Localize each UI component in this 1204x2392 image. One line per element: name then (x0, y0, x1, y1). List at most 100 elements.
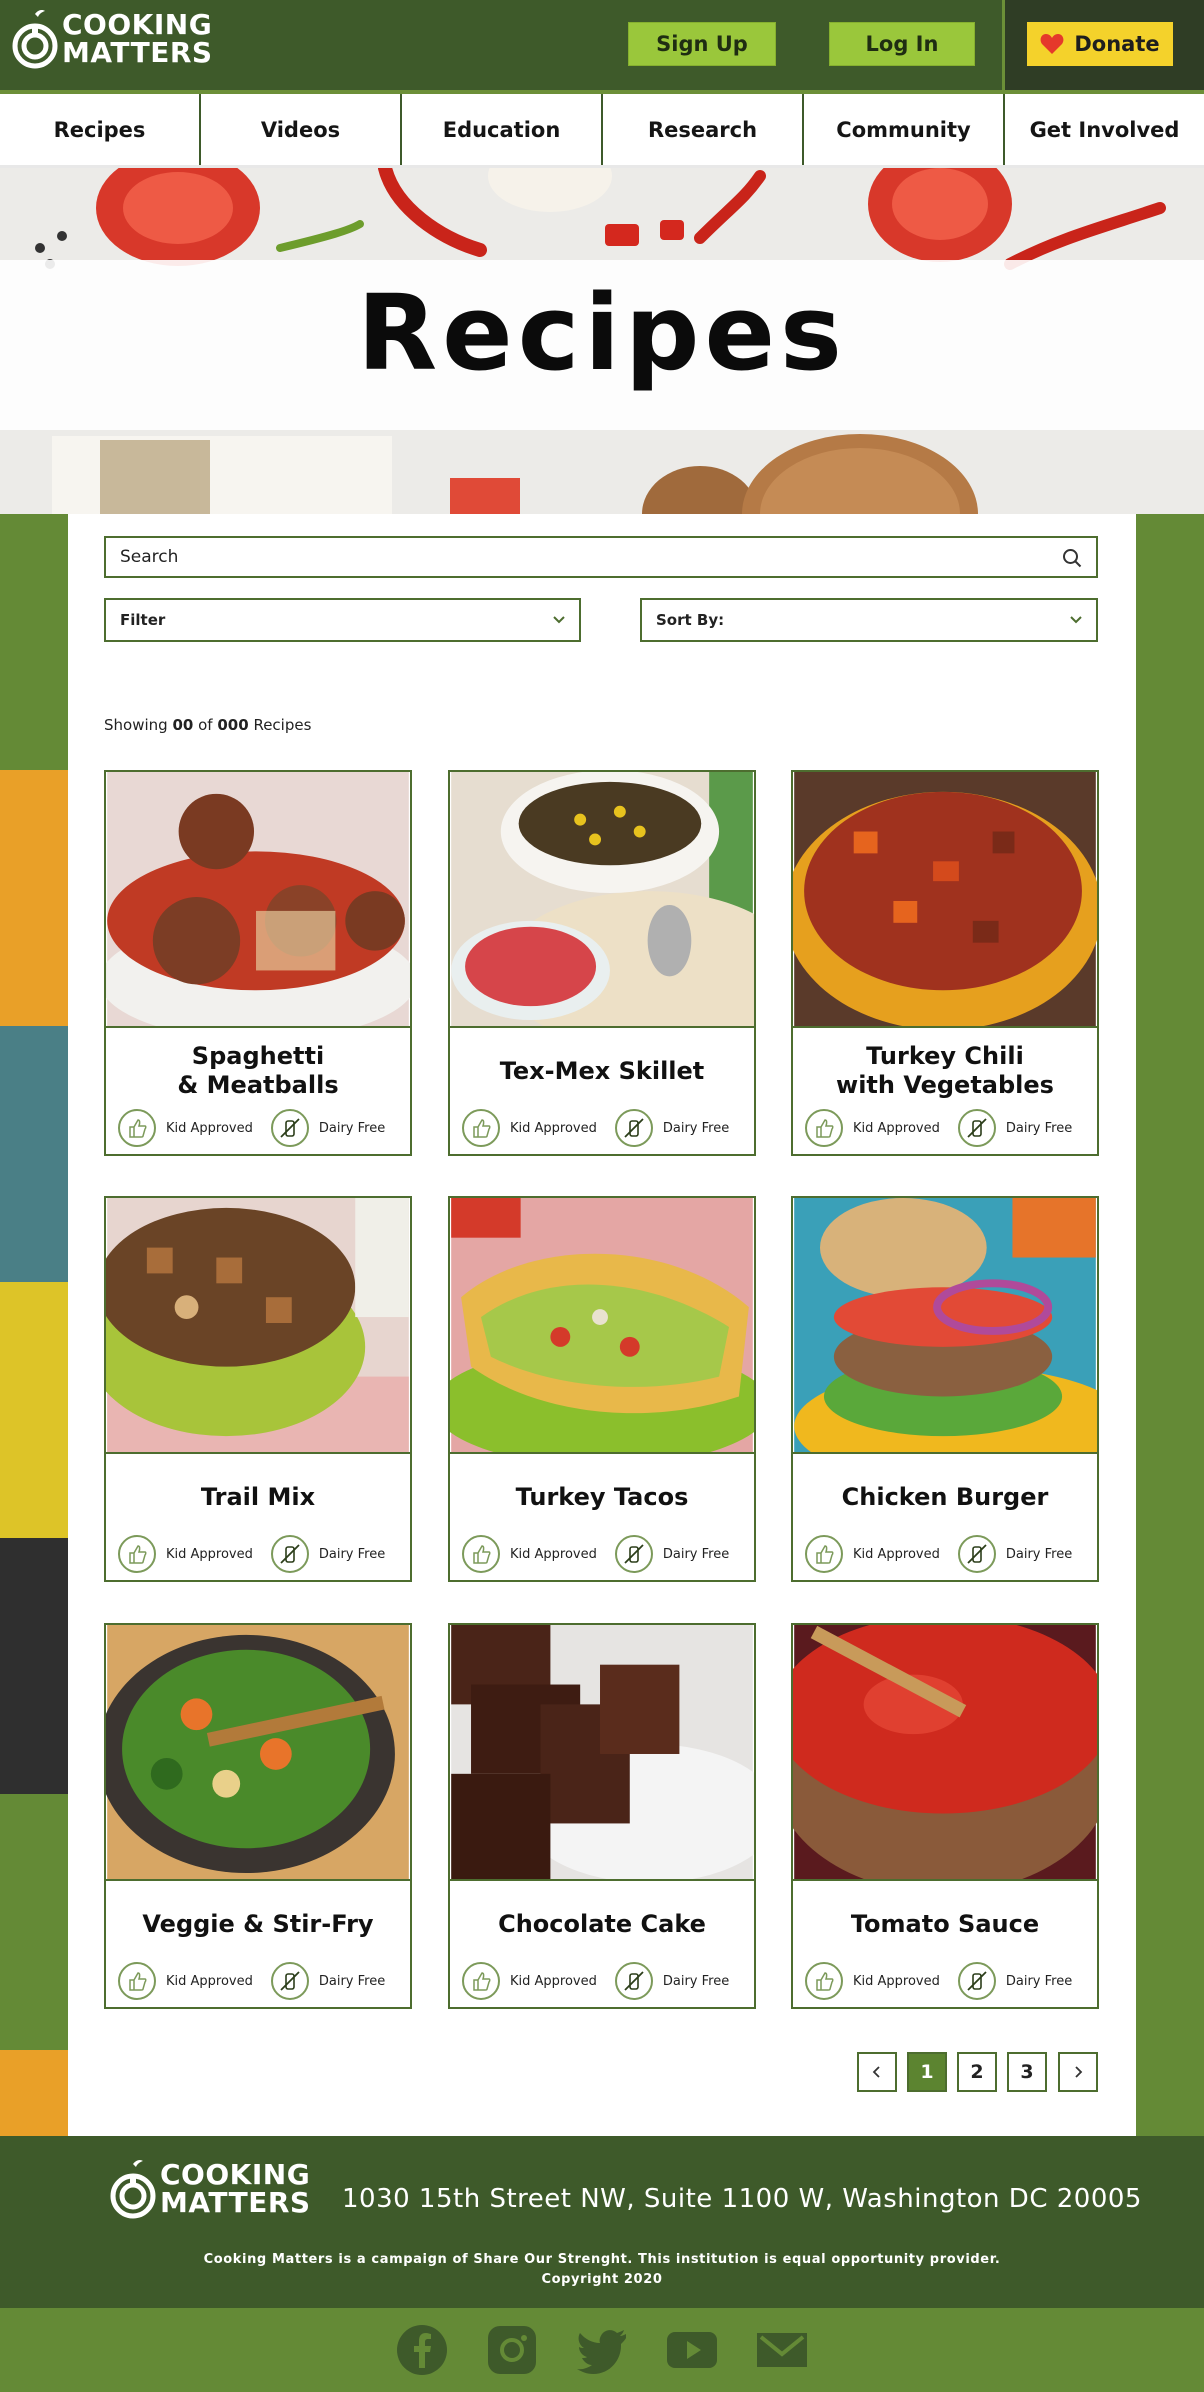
no-dairy-icon (957, 1962, 996, 2000)
recipe-tags: Kid Approved Dairy Free (805, 1534, 1090, 1574)
social-bar (0, 2308, 1204, 2392)
results-count: Showing 00 of 000 Recipes (104, 716, 311, 734)
pagination-next-button[interactable] (1058, 2052, 1098, 2092)
right-side-stripe (1136, 514, 1204, 2136)
recipe-title: Turkey Tacos (515, 1482, 689, 1511)
recipe-image (793, 1198, 1097, 1454)
thumbs-up-icon (462, 1535, 500, 1573)
thumbs-up-icon (118, 1535, 156, 1573)
chevron-left-icon (872, 2066, 880, 2078)
donate-button[interactable]: Donate (1027, 22, 1173, 66)
site-footer: COOKING MATTERS 1030 15th Street NW, Sui… (0, 2136, 1204, 2308)
dairy-free-label: Dairy Free (662, 1120, 730, 1136)
recipe-image (793, 1625, 1097, 1881)
kid-approved-label: Kid Approved (166, 1546, 253, 1562)
recipe-card-chicken-burger[interactable]: Chicken Burger Kid Approved Dairy Free (791, 1196, 1099, 1582)
nav-community[interactable]: Community (804, 94, 1005, 165)
thumbs-up-icon (805, 1109, 843, 1147)
nav-videos[interactable]: Videos (201, 94, 402, 165)
thumbs-up-icon (118, 1962, 156, 2000)
logo-icon (12, 10, 58, 69)
footer-logo[interactable]: COOKING MATTERS (110, 2158, 311, 2220)
recipe-image (106, 772, 410, 1028)
recipe-tags: Kid Approved Dairy Free (462, 1108, 747, 1148)
dairy-free-label: Dairy Free (318, 1546, 386, 1562)
sign-up-button[interactable]: Sign Up (628, 22, 776, 66)
thumbs-up-icon (118, 1109, 156, 1147)
no-dairy-icon (270, 1962, 309, 2000)
recipe-card-spaghetti[interactable]: Spaghetti & Meatballs Kid Approved Dairy… (104, 770, 412, 1156)
sort-dropdown[interactable]: Sort By: (640, 598, 1098, 642)
filter-label: Filter (120, 611, 166, 629)
no-dairy-icon (270, 1109, 309, 1147)
recipe-card-turkey-tacos[interactable]: Turkey Tacos Kid Approved Dairy Free (448, 1196, 756, 1582)
no-dairy-icon (614, 1109, 653, 1147)
footer-campaign-note: Cooking Matters is a campaign of Share O… (203, 2252, 1001, 2267)
recipe-title: Veggie & Stir-Fry (142, 1909, 374, 1938)
kid-approved-label: Kid Approved (166, 1973, 253, 1989)
footer-note: Cooking Matters is a campaign of Share O… (0, 2250, 1204, 2290)
thumbs-up-icon (805, 1535, 843, 1573)
nav-research[interactable]: Research (603, 94, 804, 165)
log-in-button[interactable]: Log In (829, 22, 975, 66)
nav-recipes[interactable]: Recipes (0, 94, 201, 165)
recipe-tags: Kid Approved Dairy Free (462, 1534, 747, 1574)
dairy-free-label: Dairy Free (662, 1546, 730, 1562)
kid-approved-label: Kid Approved (510, 1120, 597, 1136)
kid-approved-label: Kid Approved (853, 1120, 940, 1136)
facebook-icon[interactable] (396, 2324, 448, 2376)
side-stripe-orange (0, 770, 68, 1026)
thumbs-up-icon (805, 1962, 843, 2000)
recipe-tags: Kid Approved Dairy Free (118, 1108, 403, 1148)
dairy-free-label: Dairy Free (318, 1973, 386, 1989)
recipe-title: Tex-Mex Skillet (499, 1056, 705, 1085)
hero-banner: Recipes (0, 168, 1204, 514)
nav-education[interactable]: Education (402, 94, 603, 165)
kid-approved-label: Kid Approved (853, 1546, 940, 1562)
recipe-tags: Kid Approved Dairy Free (118, 1534, 403, 1574)
dairy-free-label: Dairy Free (1005, 1120, 1073, 1136)
side-stripe-yellow (0, 1282, 68, 1538)
logo-icon (110, 2160, 156, 2219)
filter-dropdown[interactable]: Filter (104, 598, 581, 642)
pagination-page-1[interactable]: 1 (907, 2052, 947, 2092)
recipe-title: Chicken Burger (841, 1482, 1049, 1511)
recipe-tags: Kid Approved Dairy Free (805, 1961, 1090, 2001)
thumbs-up-icon (462, 1109, 500, 1147)
heart-icon (1040, 34, 1064, 54)
search-icon[interactable] (1062, 548, 1082, 568)
pagination-prev-button[interactable] (857, 2052, 897, 2092)
nav-get-involved[interactable]: Get Involved (1005, 94, 1204, 165)
logo-text: COOKING MATTERS (160, 2161, 311, 2217)
side-stripe-green-top (0, 514, 68, 770)
recipe-image (450, 772, 754, 1028)
recipe-card-veggie-stir-fry[interactable]: Veggie & Stir-Fry Kid Approved Dairy Fre… (104, 1623, 412, 2009)
recipe-card-trail-mix[interactable]: Trail Mix Kid Approved Dairy Free (104, 1196, 412, 1582)
youtube-icon[interactable] (666, 2324, 718, 2376)
site-logo[interactable]: COOKING MATTERS (12, 8, 213, 70)
pagination-page-2[interactable]: 2 (957, 2052, 997, 2092)
dairy-free-label: Dairy Free (662, 1973, 730, 1989)
pagination-page-3[interactable]: 3 (1007, 2052, 1047, 2092)
recipe-card-tex-mex[interactable]: Tex-Mex Skillet Kid Approved Dairy Free (448, 770, 756, 1156)
twitter-icon[interactable] (576, 2324, 628, 2376)
recipe-tags: Kid Approved Dairy Free (805, 1108, 1090, 1148)
kid-approved-label: Kid Approved (510, 1546, 597, 1562)
recipe-card-tomato-sauce[interactable]: Tomato Sauce Kid Approved Dairy Free (791, 1623, 1099, 2009)
kid-approved-label: Kid Approved (853, 1973, 940, 1989)
instagram-icon[interactable] (486, 2324, 538, 2376)
email-icon[interactable] (756, 2324, 808, 2376)
footer-copyright: Copyright 2020 (541, 2272, 663, 2287)
dairy-free-label: Dairy Free (1005, 1973, 1073, 1989)
showing-count: 00 (172, 716, 194, 734)
recipe-card-chocolate-cake[interactable]: Chocolate Cake Kid Approved Dairy Free (448, 1623, 756, 2009)
recipe-title: Tomato Sauce (850, 1909, 1040, 1938)
recipe-tags: Kid Approved Dairy Free (462, 1961, 747, 2001)
donate-label: Donate (1074, 32, 1160, 56)
top-header: COOKING MATTERS Sign Up Log In Donate (0, 0, 1204, 90)
dairy-free-label: Dairy Free (1005, 1546, 1073, 1562)
recipe-title: Trail Mix (200, 1482, 316, 1511)
recipe-card-turkey-chili[interactable]: Turkey Chili with Vegetables Kid Approve… (791, 770, 1099, 1156)
search-input[interactable]: Search (104, 536, 1098, 578)
recipe-image (106, 1625, 410, 1881)
